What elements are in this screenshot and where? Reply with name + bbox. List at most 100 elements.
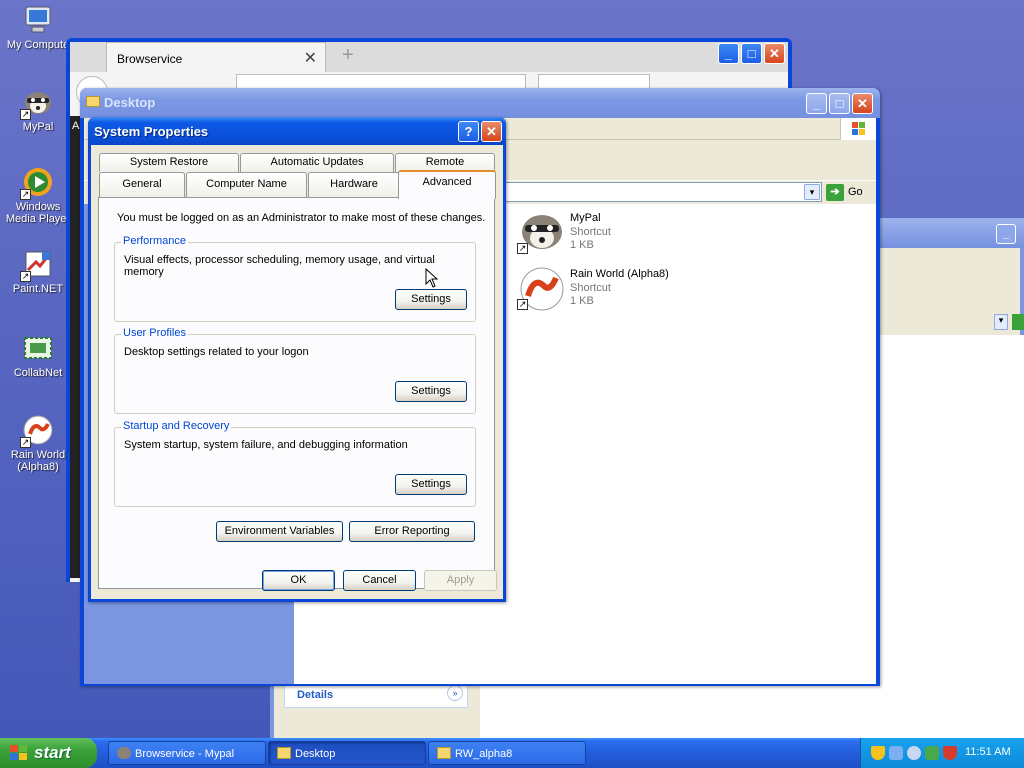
update-icon[interactable]: [925, 746, 939, 760]
raccoon-icon: [117, 747, 131, 759]
close-tab-icon[interactable]: ✕: [304, 48, 317, 68]
new-tab-icon[interactable]: +: [342, 44, 354, 67]
taskbar-item-label: Browservice - Mypal: [135, 748, 235, 760]
dialog-close-button[interactable]: ✕: [481, 121, 502, 142]
browser-tab-title: Browservice: [117, 52, 183, 66]
group-description: System startup, system failure, and debu…: [124, 439, 408, 451]
desktop-icon-mypal[interactable]: ↗ MyPal: [0, 86, 76, 133]
taskbar-item-desktop[interactable]: Desktop: [268, 741, 426, 765]
shortcut-arrow-icon: ↗: [517, 243, 528, 254]
sidebar-letter: A: [72, 120, 80, 132]
file-name: Rain World (Alpha8): [570, 268, 669, 280]
network-icon[interactable]: [889, 746, 903, 760]
desktop-icon-label: My Compute: [6, 39, 70, 51]
taskbar-item-browservice[interactable]: Browservice - Mypal: [108, 741, 266, 765]
user-profiles-settings-button[interactable]: Settings: [395, 381, 467, 402]
tab-hardware[interactable]: Hardware: [308, 172, 400, 198]
taskbar-item-rw-alpha8[interactable]: RW_alpha8: [428, 741, 586, 765]
clock[interactable]: 11:51 AM: [965, 746, 1011, 758]
dialog-titlebar[interactable]: System Properties: [88, 117, 506, 145]
performance-settings-button[interactable]: Settings: [395, 289, 467, 310]
collabnet-icon: [22, 332, 54, 364]
group-description: Visual effects, processor scheduling, me…: [124, 254, 435, 278]
rain-world-icon: ↗: [20, 414, 54, 448]
rw-address-dropdown-icon[interactable]: ▾: [994, 314, 1008, 330]
start-label: start: [34, 743, 71, 762]
file-item-mypal[interactable]: ↗ MyPal Shortcut 1 KB: [516, 210, 696, 256]
raccoon-icon: ↗: [20, 86, 54, 120]
explorer-minimize-button[interactable]: _: [806, 93, 827, 114]
desktop-icon-media-player[interactable]: ↗ Windows Media Player: [0, 166, 76, 225]
folder-icon: [86, 96, 100, 107]
tab-automatic-updates[interactable]: Automatic Updates: [240, 153, 394, 172]
go-label[interactable]: Go: [848, 186, 863, 198]
browser-tab-strip: Browservice ✕ +: [70, 42, 788, 72]
desktop-icon-label: MyPal: [22, 121, 54, 133]
volume-icon[interactable]: [907, 746, 921, 760]
browser-maximize-button[interactable]: □: [741, 43, 762, 64]
tab-computer-name[interactable]: Computer Name: [186, 172, 307, 198]
rw-go-arrow-icon[interactable]: [1012, 314, 1024, 330]
folder-icon: [277, 747, 291, 759]
environment-variables-button[interactable]: Environment Variables: [216, 521, 343, 542]
file-size: 1 KB: [570, 239, 594, 251]
browser-close-button[interactable]: ✕: [764, 43, 785, 64]
file-item-rain-world[interactable]: ↗ Rain World (Alpha8) Shortcut 1 KB: [516, 266, 696, 312]
ok-button[interactable]: OK: [262, 570, 335, 591]
file-name: MyPal: [570, 212, 601, 224]
help-button[interactable]: ?: [458, 121, 479, 142]
system-tray: 11:51 AM: [860, 738, 1024, 768]
apply-button[interactable]: Apply: [424, 570, 497, 591]
taskbar-item-label: Desktop: [295, 748, 336, 760]
cancel-button[interactable]: Cancel: [343, 570, 416, 591]
group-title: User Profiles: [121, 327, 188, 339]
taskbar-item-label: RW_alpha8: [455, 748, 513, 760]
rw-minimize-button[interactable]: _: [996, 224, 1016, 244]
file-type: Shortcut: [570, 226, 611, 238]
start-button[interactable]: start: [0, 738, 97, 768]
browser-tab[interactable]: Browservice ✕: [106, 42, 326, 72]
group-title: Startup and Recovery: [121, 420, 232, 432]
mouse-cursor-icon: [425, 267, 439, 291]
system-properties-dialog: System Properties ? ✕ System Restore Aut…: [88, 117, 506, 602]
startup-recovery-settings-button[interactable]: Settings: [395, 474, 467, 495]
file-size: 1 KB: [570, 295, 594, 307]
desktop-icon-paint-net[interactable]: ↗ Paint.NET: [0, 248, 76, 295]
desktop-icon-label: Rain World (Alpha8): [10, 449, 66, 473]
advanced-tab-panel: You must be logged on as an Administrato…: [98, 197, 495, 589]
desktop-icon-rain-world[interactable]: ↗ Rain World (Alpha8): [0, 414, 76, 473]
error-reporting-button[interactable]: Error Reporting: [349, 521, 475, 542]
paint-icon: ↗: [20, 248, 54, 282]
explorer-close-button[interactable]: ✕: [852, 93, 873, 114]
desktop-icon-label: CollabNet: [13, 367, 63, 379]
explorer-titlebar[interactable]: Desktop: [80, 88, 880, 118]
security-shield-icon[interactable]: [871, 746, 885, 760]
address-input[interactable]: [504, 182, 822, 202]
address-dropdown-icon[interactable]: ▾: [804, 184, 820, 200]
tab-system-restore[interactable]: System Restore: [99, 153, 239, 172]
rain-world-icon: ↗: [516, 266, 564, 312]
shortcut-arrow-icon: ↗: [20, 109, 31, 120]
tab-general[interactable]: General: [99, 172, 185, 198]
desktop-icon-collabnet[interactable]: CollabNet: [0, 332, 76, 379]
shortcut-arrow-icon: ↗: [20, 189, 31, 200]
taskbar: start Browservice - Mypal Desktop RW_alp…: [0, 738, 1024, 768]
windows-logo-icon: [840, 118, 876, 140]
desktop-icon-my-computer[interactable]: My Compute: [0, 4, 76, 51]
startup-recovery-group: Startup and Recovery System startup, sys…: [114, 420, 476, 507]
dialog-title: System Properties: [94, 124, 209, 139]
media-player-icon: ↗: [20, 166, 54, 200]
shortcut-arrow-icon: ↗: [517, 299, 528, 310]
explorer-maximize-button[interactable]: □: [829, 93, 850, 114]
browser-minimize-button[interactable]: _: [718, 43, 739, 64]
raccoon-icon: ↗: [516, 210, 564, 256]
desktop-icon-label: Windows Media Player: [5, 201, 71, 225]
expand-chevron-icon[interactable]: »: [447, 685, 463, 701]
tab-advanced[interactable]: Advanced: [398, 170, 496, 199]
group-description: Desktop settings related to your logon: [124, 346, 309, 358]
go-arrow-icon[interactable]: ➔: [826, 184, 844, 201]
details-label: Details: [297, 689, 334, 701]
dialog-body: System Restore Automatic Updates Remote …: [91, 145, 503, 599]
alert-shield-icon[interactable]: [943, 746, 957, 760]
file-type: Shortcut: [570, 282, 611, 294]
